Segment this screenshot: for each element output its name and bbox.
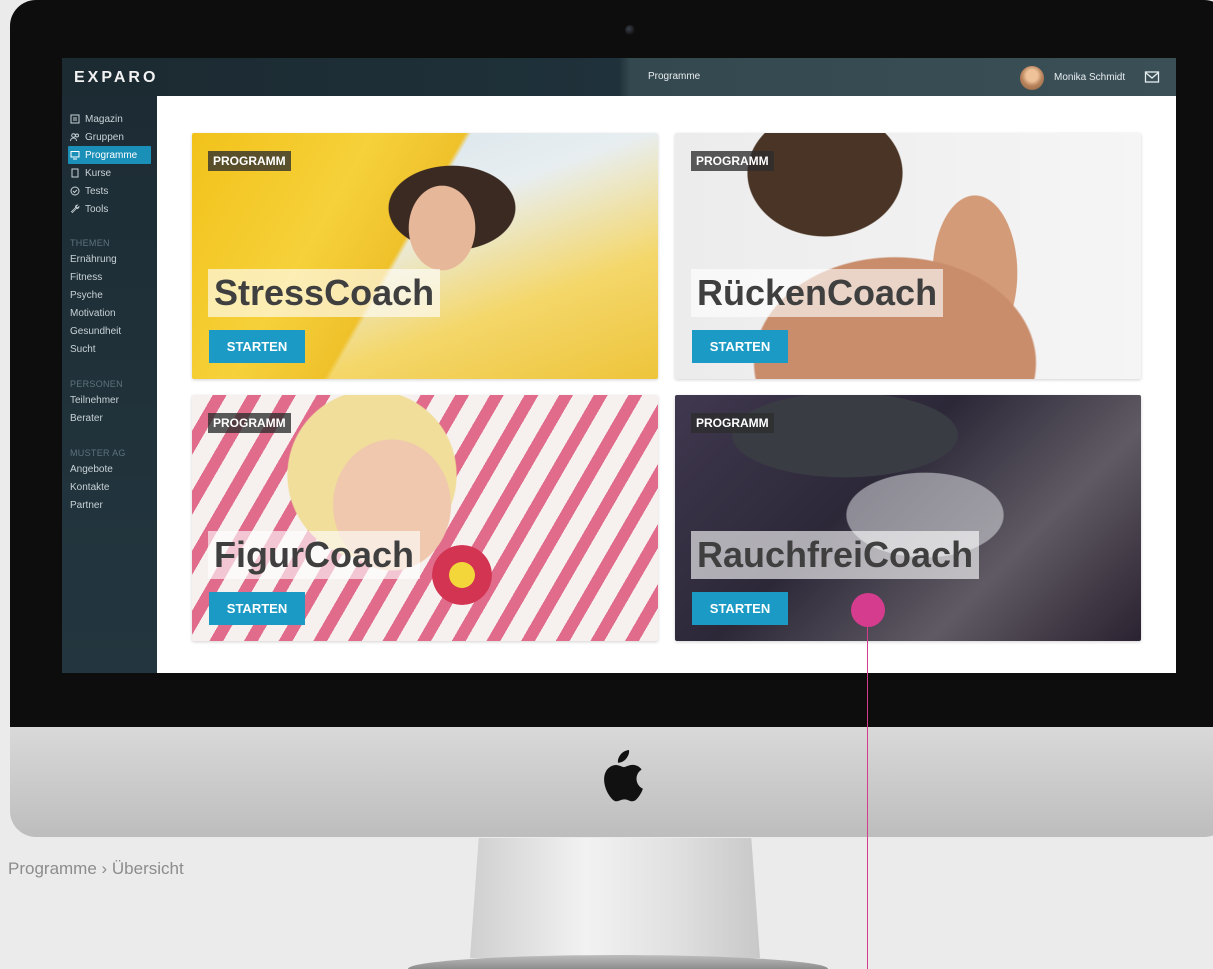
sidebar-item-programme[interactable]: Programme <box>68 146 151 164</box>
start-button[interactable]: STARTEN <box>209 330 305 363</box>
mail-icon[interactable] <box>1144 69 1160 85</box>
sidebar-item-label: Programme <box>85 149 138 161</box>
program-card-figurcoach[interactable]: PROGRAMM FigurCoach STARTEN <box>192 395 658 641</box>
start-button[interactable]: STARTEN <box>209 592 305 625</box>
imac-stand <box>470 838 760 958</box>
program-title: RückenCoach <box>691 269 944 317</box>
section-heading-themen: THEMEN <box>70 238 110 248</box>
sidebar-item-label: Tools <box>85 203 109 215</box>
sidebar-item-ernaehrung[interactable]: Ernährung <box>68 251 151 269</box>
group-icon <box>70 133 79 142</box>
program-tag: PROGRAMM <box>208 413 291 433</box>
section-heading-muster-ag: MUSTER AG <box>70 448 126 458</box>
program-card-stresscoach[interactable]: PROGRAMM StressCoach STARTEN <box>192 133 658 379</box>
sidebar-item-partner[interactable]: Partner <box>68 497 151 515</box>
program-tag: PROGRAMM <box>691 413 774 433</box>
screen-caption: Programme › Übersicht <box>8 859 184 878</box>
user-name[interactable]: Monika Schmidt <box>1054 72 1125 83</box>
program-grid: PROGRAMM StressCoach STARTEN PROGRAMM Rü… <box>157 96 1176 673</box>
sidebar-item-teilnehmer[interactable]: Teilnehmer <box>68 392 151 410</box>
annotation-line <box>867 627 868 969</box>
sidebar-item-angebote[interactable]: Angebote <box>68 461 151 479</box>
book-icon <box>71 168 79 178</box>
sidebar-item-magazin[interactable]: Magazin <box>68 110 151 128</box>
sidebar-item-sucht[interactable]: Sucht <box>68 341 151 359</box>
sidebar-item-tests[interactable]: Tests <box>68 182 151 200</box>
monitor-icon <box>70 151 80 160</box>
sidebar-item-kurse[interactable]: Kurse <box>68 164 151 182</box>
program-title: RauchfreiCoach <box>691 531 980 579</box>
screen: EXPARO Programme Monika Schmidt Magazin … <box>62 58 1176 673</box>
sidebar-item-label: Magazin <box>85 113 123 125</box>
sidebar-item-berater[interactable]: Berater <box>68 410 151 428</box>
sidebar: Magazin Gruppen Programme Kurse Tests To… <box>62 96 157 673</box>
check-circle-icon <box>70 186 80 196</box>
top-bar: EXPARO Programme Monika Schmidt <box>62 58 1176 96</box>
newspaper-icon <box>70 114 80 124</box>
sidebar-item-tools[interactable]: Tools <box>68 200 151 218</box>
program-card-rueckencoach[interactable]: PROGRAMM RückenCoach STARTEN <box>675 133 1141 379</box>
apple-logo-icon <box>604 750 643 802</box>
sidebar-item-motivation[interactable]: Motivation <box>68 305 151 323</box>
start-button[interactable]: STARTEN <box>692 592 788 625</box>
program-title: StressCoach <box>208 269 441 317</box>
sidebar-item-label: Gruppen <box>85 131 124 143</box>
camera-icon <box>625 25 635 35</box>
annotation-marker <box>851 593 885 627</box>
sidebar-item-gruppen[interactable]: Gruppen <box>68 128 151 146</box>
brand-logo[interactable]: EXPARO <box>74 69 158 87</box>
sidebar-item-kontakte[interactable]: Kontakte <box>68 479 151 497</box>
sidebar-item-gesundheit[interactable]: Gesundheit <box>68 323 151 341</box>
program-tag: PROGRAMM <box>691 151 774 171</box>
start-button[interactable]: STARTEN <box>692 330 788 363</box>
sidebar-item-label: Tests <box>85 185 109 197</box>
page-title: Programme <box>648 71 701 82</box>
wrench-icon <box>70 204 80 214</box>
section-heading-personen: PERSONEN <box>70 379 123 389</box>
sidebar-item-psyche[interactable]: Psyche <box>68 287 151 305</box>
avatar[interactable] <box>1020 66 1044 90</box>
program-title: FigurCoach <box>208 531 421 579</box>
program-tag: PROGRAMM <box>208 151 291 171</box>
program-card-rauchfreicoach[interactable]: PROGRAMM RauchfreiCoach STARTEN <box>675 395 1141 641</box>
sidebar-item-label: Kurse <box>85 167 112 179</box>
sidebar-item-fitness[interactable]: Fitness <box>68 269 151 287</box>
